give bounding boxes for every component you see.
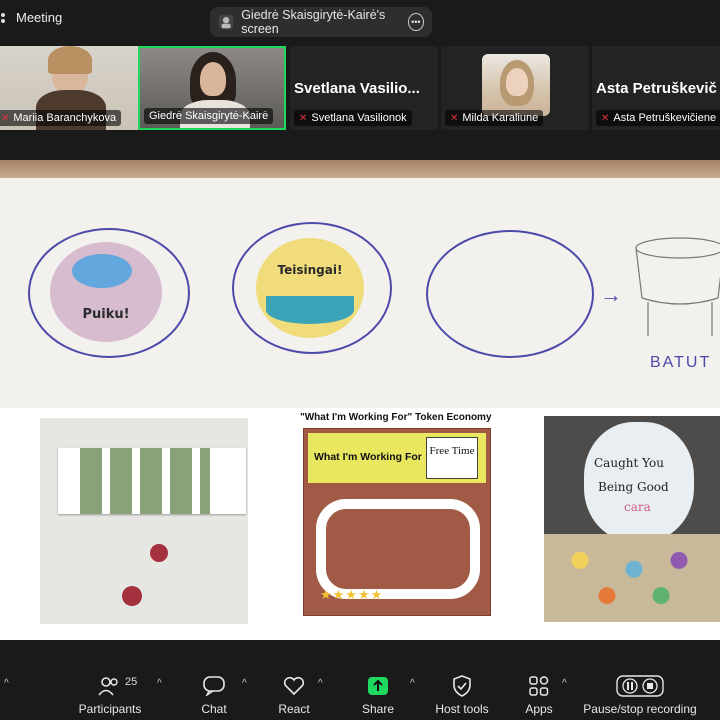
- pause-stop-recording-button[interactable]: Pause/stop recording: [582, 664, 698, 716]
- participant-display-name: Svetlana Vasilio...: [294, 80, 420, 97]
- audio-options-caret[interactable]: ^: [4, 678, 9, 689]
- participants-options-caret[interactable]: ^: [157, 678, 162, 689]
- share-button[interactable]: Share: [358, 664, 398, 716]
- participant-face: [506, 68, 528, 96]
- participant-name-label: ✕ Svetlana Vasilionok: [294, 110, 412, 126]
- participants-icon: [97, 674, 123, 698]
- wave-icon: [266, 296, 354, 324]
- participant-name-label: Giedrė Skaisgirytė-Kairė: [144, 108, 274, 124]
- participants-button[interactable]: Participants: [78, 664, 142, 716]
- drawn-circle-empty: [426, 230, 594, 358]
- participants-label: Participants: [78, 702, 142, 716]
- react-label: React: [278, 702, 310, 716]
- buttons-pile: [544, 534, 720, 622]
- meeting-title[interactable]: Meeting: [0, 10, 62, 25]
- examples-row: "What I'm Working For" Token Economy Wha…: [0, 408, 720, 640]
- recording-label: Pause/stop recording: [583, 702, 697, 716]
- participant-name-label: ✕ Asta Petruškevičiene: [596, 110, 720, 126]
- apps-button[interactable]: Apps: [522, 664, 556, 716]
- star-icons: ★★★★★: [320, 587, 384, 602]
- mic-muted-icon: ✕: [450, 112, 459, 124]
- participant-name-label: ✕ Milda Karaliune: [445, 110, 544, 126]
- participant-hair: [48, 46, 92, 74]
- board-title: What I'm Working For: [314, 451, 422, 463]
- ladybug-icon: [150, 544, 168, 562]
- more-options-icon[interactable]: •••: [407, 13, 425, 31]
- token-text: Teisingai!: [277, 263, 343, 277]
- host-tools-button[interactable]: Host tools: [434, 664, 490, 716]
- whiteboard-frame: [0, 160, 720, 178]
- mic-muted-icon: ✕: [299, 112, 308, 124]
- share-label: Giedrė Skaisgirytė-Kairė's screen: [241, 8, 386, 36]
- jar-text: Being Good: [598, 480, 669, 494]
- token-text: Puiku!: [82, 306, 130, 322]
- chat-label: Chat: [201, 702, 227, 716]
- participant-strip: ✕ Mariia Baranchykova Giedrė Skaisgirytė-…: [0, 44, 720, 132]
- react-button[interactable]: React: [276, 664, 312, 716]
- board-title-area: What I'm Working For Free Time: [308, 433, 486, 483]
- board-path: [316, 499, 480, 599]
- participant-tile-active-speaker[interactable]: Giedrė Skaisgirytė-Kairė: [138, 46, 286, 130]
- participants-count: 25: [125, 676, 138, 688]
- caught-you-being-good-jar-photo: Caught You Being Good cara: [544, 416, 720, 622]
- token-economy-caption: "What I'm Working For" Token Economy: [300, 412, 492, 423]
- participant-tile[interactable]: Asta Petruškevič ✕ Asta Petruškevičiene: [592, 46, 720, 130]
- jar-text: cara: [624, 500, 651, 514]
- ladybug-icon: [122, 586, 142, 606]
- participant-tile[interactable]: ✕ Mariia Baranchykova: [0, 46, 140, 130]
- recording-controls-icon: [615, 674, 665, 698]
- chat-button[interactable]: Chat: [196, 664, 232, 716]
- participant-display-name: Asta Petruškevič: [596, 80, 717, 97]
- trampoline-drawing: [635, 237, 720, 336]
- participant-photo: [482, 54, 550, 116]
- fish-icon: [72, 254, 132, 288]
- share-screen-icon: [365, 674, 391, 698]
- board-word: BATUT: [650, 354, 712, 371]
- ladybug-token-board-photo: [40, 418, 248, 624]
- screen-share-indicator[interactable]: Giedrė Skaisgirytė-Kairė's screen •••: [210, 7, 432, 37]
- free-time-box: Free Time: [426, 437, 478, 479]
- leaf-shapes: [80, 448, 210, 514]
- participant-face: [200, 62, 226, 96]
- shield-icon: [449, 674, 475, 698]
- sharer-avatar-icon: [218, 14, 234, 30]
- share-label: Share: [361, 702, 395, 716]
- token-economy-board: What I'm Working For Free Time ★★★★★: [303, 428, 491, 616]
- participant-name-label: ✕ Mariia Baranchykova: [0, 110, 122, 126]
- apps-label: Apps: [525, 702, 553, 716]
- share-options-caret[interactable]: ^: [410, 678, 415, 689]
- apps-options-caret[interactable]: ^: [562, 678, 567, 689]
- meeting-toolbar: ^ Participants 25 ^ Chat ^ React ^ Share…: [0, 664, 720, 720]
- meeting-icon: [1, 12, 5, 23]
- mic-muted-icon: ✕: [1, 112, 10, 124]
- heart-icon: [281, 674, 307, 698]
- shared-screen: Puiku! Teisingai! → BATUT "What I'm Work…: [0, 160, 720, 640]
- meeting-label: Meeting: [16, 10, 63, 25]
- whiteboard-photo: Puiku! Teisingai! → BATUT: [0, 178, 720, 408]
- chat-options-caret[interactable]: ^: [242, 678, 247, 689]
- token-sticker: Puiku!: [50, 242, 162, 342]
- participant-tile[interactable]: Svetlana Vasilio... ✕ Svetlana Vasilionok: [290, 46, 438, 130]
- mic-muted-icon: ✕: [601, 112, 610, 124]
- arrow-icon: →: [600, 282, 622, 307]
- jar-text: Caught You: [594, 456, 664, 470]
- token-sticker: Teisingai!: [256, 238, 364, 338]
- host-tools-label: Host tools: [435, 702, 489, 716]
- top-bar: Meeting Giedrė Skaisgirytė-Kairė's scree…: [0, 0, 720, 44]
- apps-icon: [526, 674, 552, 698]
- chat-icon: [201, 674, 227, 698]
- participant-tile[interactable]: ✕ Milda Karaliune: [441, 46, 589, 130]
- react-options-caret[interactable]: ^: [318, 678, 323, 689]
